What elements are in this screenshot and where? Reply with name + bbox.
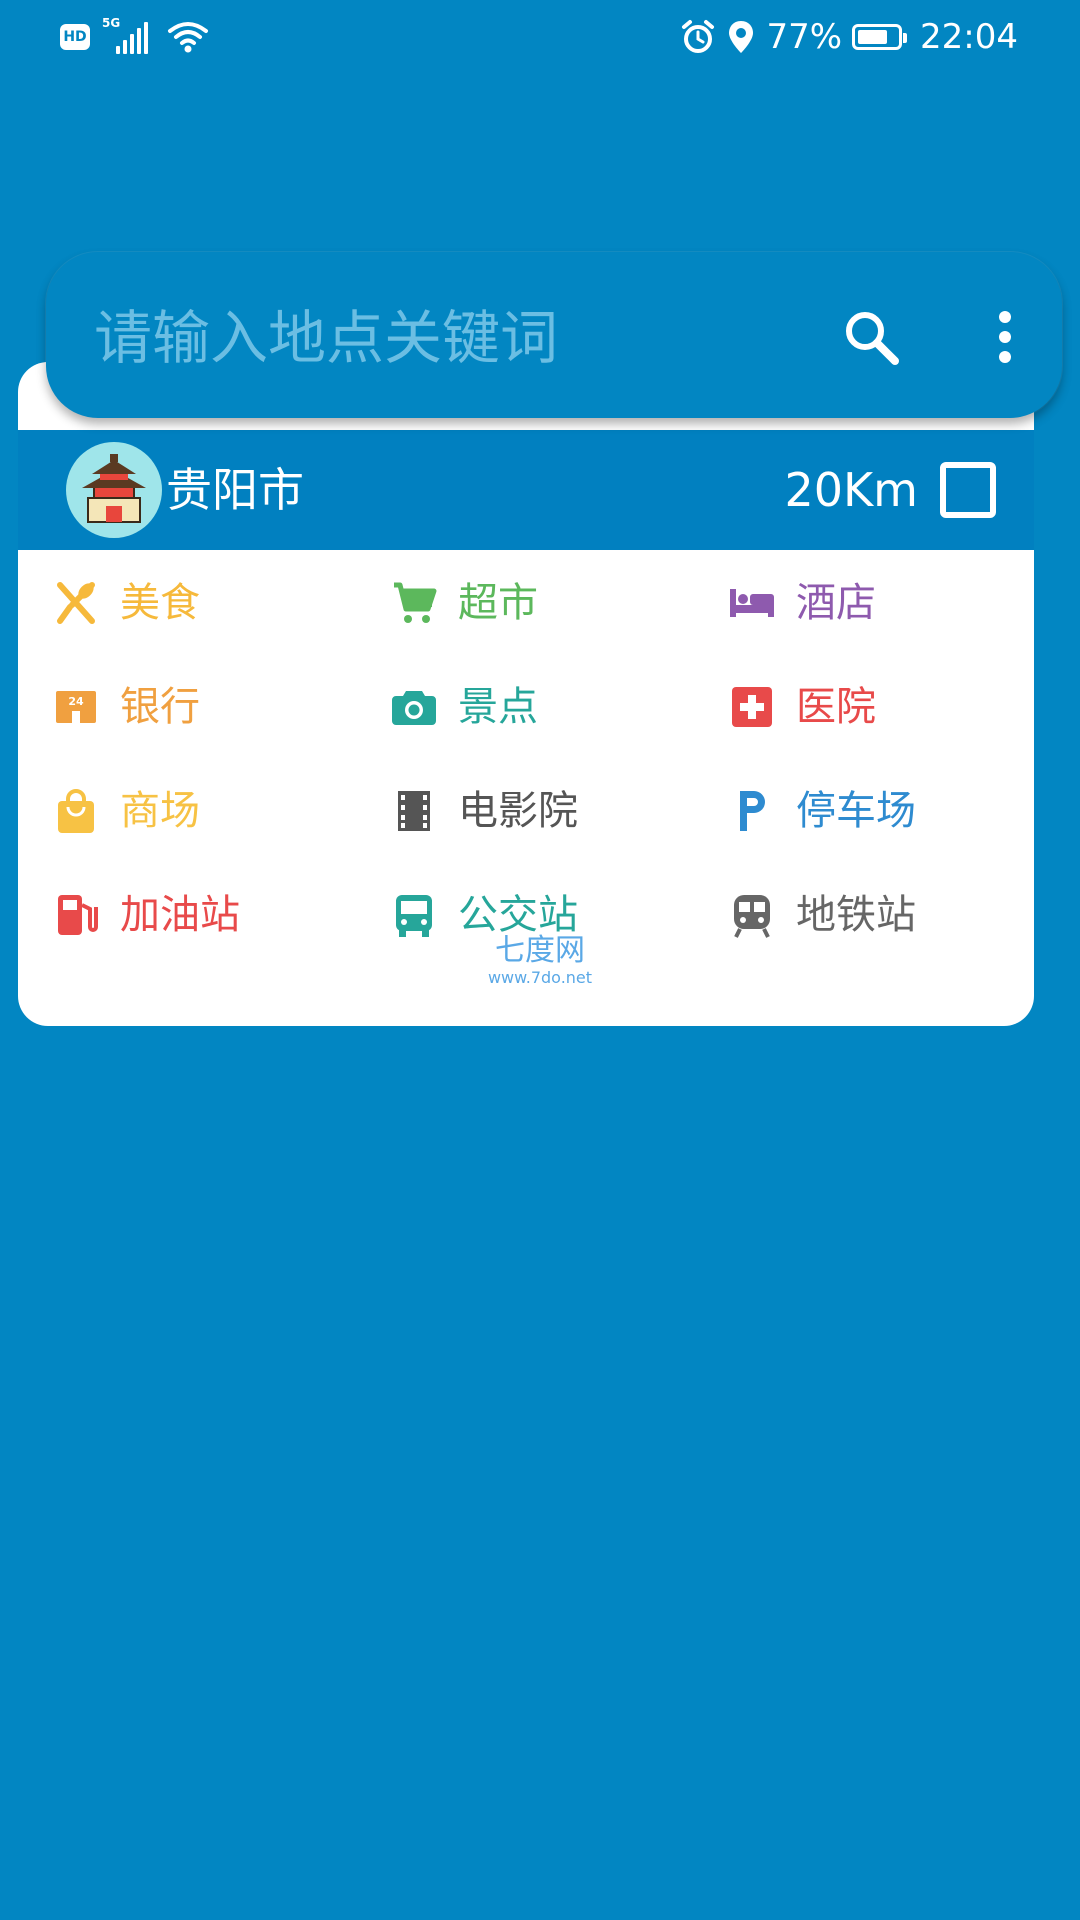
status-left: HD 5G xyxy=(60,16,210,58)
category-label: 加油站 xyxy=(120,892,240,938)
wifi-icon xyxy=(168,22,208,53)
search-icon xyxy=(846,312,899,365)
category-gas-station[interactable]: 加油站 xyxy=(52,870,240,960)
camera-icon xyxy=(390,683,438,731)
city-name[interactable]: 贵阳市 xyxy=(166,460,304,520)
hotel-bed-icon xyxy=(728,579,776,627)
search-bar xyxy=(46,252,1062,418)
category-scenic-spot[interactable]: 景点 xyxy=(390,662,538,752)
bus-icon xyxy=(390,891,438,939)
restaurant-icon xyxy=(52,579,100,627)
search-button[interactable] xyxy=(836,302,906,372)
svg-text:24: 24 xyxy=(68,695,84,708)
category-label: 景点 xyxy=(458,684,538,730)
category-label: 银行 xyxy=(120,684,200,730)
clock: 22:04 xyxy=(920,17,1018,57)
film-icon xyxy=(390,787,438,835)
battery-icon xyxy=(852,24,908,50)
bank-24h-icon: 24 xyxy=(52,683,100,731)
category-label: 商场 xyxy=(120,788,200,834)
shopping-cart-icon xyxy=(390,579,438,627)
category-mall[interactable]: 商场 xyxy=(52,766,200,856)
category-supermarket[interactable]: 超市 xyxy=(390,558,538,648)
subway-icon xyxy=(728,891,776,939)
category-food[interactable]: 美食 xyxy=(52,558,200,648)
radius-checkbox[interactable] xyxy=(940,462,996,518)
category-label: 医院 xyxy=(796,684,876,730)
category-label: 美食 xyxy=(120,580,200,626)
category-label: 公交站 xyxy=(458,892,578,938)
status-bar: HD 5G 77% 22:04 xyxy=(0,0,1080,74)
category-subway[interactable]: 地铁站 xyxy=(728,870,916,960)
category-hotel[interactable]: 酒店 xyxy=(728,558,876,648)
category-label: 超市 xyxy=(458,580,538,626)
category-cinema[interactable]: 电影院 xyxy=(390,766,578,856)
category-label: 电影院 xyxy=(458,788,578,834)
status-right: 77% 22:04 xyxy=(680,14,1018,60)
parking-icon xyxy=(728,787,776,835)
gas-station-icon xyxy=(52,891,100,939)
poi-card: 贵阳市 20Km 美食 超市 酒店 24 银行 景点 医院 商场 电影院 停车场… xyxy=(18,362,1034,1026)
search-radius[interactable]: 20Km xyxy=(784,460,918,520)
city-bar: 贵阳市 20Km xyxy=(18,430,1034,550)
more-vert-icon xyxy=(999,311,1011,363)
category-parking[interactable]: 停车场 xyxy=(728,766,916,856)
shopping-bag-icon xyxy=(52,787,100,835)
category-label: 停车场 xyxy=(796,788,916,834)
hd-badge: HD xyxy=(60,24,90,50)
more-options-button[interactable] xyxy=(980,302,1030,372)
category-label: 地铁站 xyxy=(796,892,916,938)
cellular-signal-icon: 5G xyxy=(102,16,154,54)
city-gate-icon[interactable] xyxy=(66,442,162,538)
watermark: 七度网 www.7do.net xyxy=(470,934,610,988)
alarm-icon xyxy=(682,20,715,53)
watermark-main: 七度网 xyxy=(495,933,585,968)
watermark-url: www.7do.net xyxy=(487,968,593,987)
category-label: 酒店 xyxy=(796,580,876,626)
category-hospital[interactable]: 医院 xyxy=(728,662,876,752)
search-input[interactable] xyxy=(94,300,794,376)
category-bank[interactable]: 24 银行 xyxy=(52,662,200,752)
location-icon xyxy=(729,21,754,53)
battery-percent: 77% xyxy=(766,17,843,57)
hospital-cross-icon xyxy=(728,683,776,731)
